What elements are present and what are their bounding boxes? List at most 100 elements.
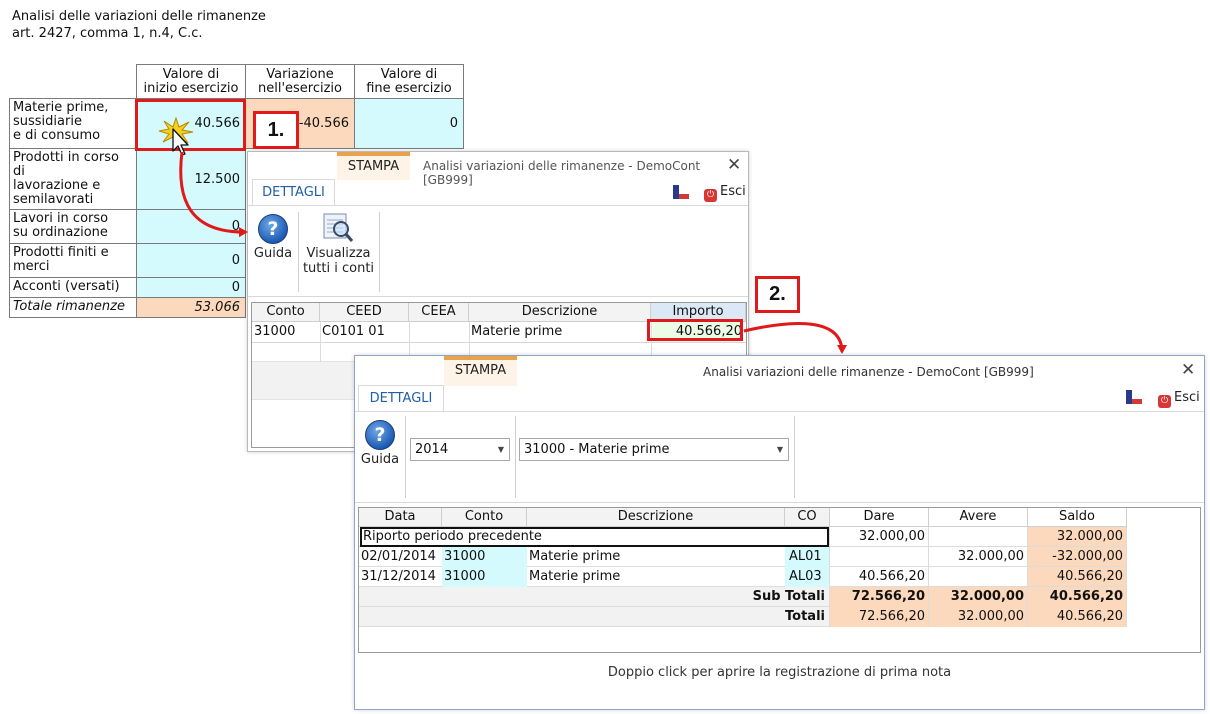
cell-ceea [411, 322, 467, 342]
row-label-text: Acconti (versati) [13, 279, 120, 294]
account-select[interactable]: 31000 - Materie prime ▼ [519, 438, 789, 461]
tab-dettagli-label: DETTAGLI [262, 185, 325, 200]
table-row[interactable]: 02/01/2014 31000 Materie prime AL01 32.0… [359, 547, 1127, 567]
cell-saldo: 40.566,20 [1028, 567, 1123, 587]
exit-button[interactable]: ⏻ Esci [1158, 390, 1200, 408]
ribbon-separator [298, 212, 299, 292]
cell-saldo-text: 40.566,20 [1056, 569, 1123, 584]
total-label-text: Totale rimanenze [13, 299, 125, 314]
col-data-label: Data [384, 509, 416, 524]
help-label-text: Guida [360, 452, 400, 467]
col-head-variation-label: Variazione nell'esercizio [257, 66, 342, 96]
opening-saldo-text: 32.000,00 [1056, 529, 1123, 544]
col-head-end-label: Valore di fine esercizio [366, 66, 452, 96]
row-label-text: Prodotti in corso di lavorazione e semil… [13, 150, 119, 207]
col-saldo: Saldo [1028, 508, 1127, 527]
total-label: Totale rimanenze [9, 297, 137, 318]
opening-balance-row[interactable]: Riporto periodo precedente 32.000,00 32.… [359, 527, 1127, 547]
flag-icon[interactable] [1126, 390, 1142, 404]
col-avere-label: Avere [959, 509, 997, 524]
row-label: Lavori in corso su ordinazione [9, 209, 137, 244]
account-select-value: 31000 - Materie prime [524, 442, 670, 457]
tab-stampa[interactable]: STAMPA [444, 356, 517, 386]
cell-co: AL03 [785, 567, 830, 587]
cell-co-text: AL03 [789, 569, 822, 584]
tab-dettagli[interactable]: DETTAGLI [252, 179, 335, 205]
highlight-importo [647, 319, 743, 341]
col-conto: Conto [252, 303, 320, 322]
help-icon[interactable]: ? [365, 420, 395, 450]
close-icon[interactable]: ✕ [727, 157, 741, 174]
chevron-down-icon: ▼ [776, 445, 783, 454]
help-button-label[interactable]: Guida [359, 452, 401, 467]
cell-conto-text: 31000 [254, 324, 296, 339]
subtotal-dare: 72.566,20 [830, 587, 929, 607]
step-1-label: 1. [267, 119, 285, 141]
row-label-text: Prodotti finiti e merci [13, 245, 109, 274]
start-value-cell[interactable]: 0 [136, 209, 246, 244]
total-label-text: Totali [785, 609, 825, 624]
ribbon-separator [515, 416, 516, 498]
total-value: 53.066 [194, 300, 241, 315]
col-line [829, 527, 830, 627]
total-dare-text: 72.566,20 [858, 609, 925, 624]
col-head-start-label: Valore di inizio esercizio [143, 66, 239, 96]
close-icon[interactable]: ✕ [1181, 362, 1195, 379]
cell-dare-text: 40.566,20 [858, 569, 925, 584]
col-descrizione: Descrizione [527, 508, 785, 527]
table-row[interactable]: 31/12/2014 31000 Materie prime AL03 40.5… [359, 567, 1127, 587]
cell-data-text: 31/12/2014 [361, 569, 436, 584]
start-value: 0 [231, 253, 240, 268]
help-button-label[interactable]: Guida [253, 246, 293, 261]
subtotal-avere: 32.000,00 [929, 587, 1028, 607]
window-title: Analisi variazioni delle rimanenze - Dem… [423, 159, 748, 187]
cell-conto-text: 31000 [444, 569, 486, 584]
total-avere-text: 32.000,00 [957, 609, 1024, 624]
cell-conto: 31000 [442, 547, 527, 567]
col-ceea: CEEA [409, 303, 469, 322]
magnifier-list-icon[interactable] [322, 212, 354, 244]
cell-avere [929, 567, 1024, 587]
report-title: Analisi delle variazioni delle rimanenze… [12, 8, 266, 42]
col-dare: Dare [830, 508, 929, 527]
col-head-end: Valore di fine esercizio [354, 64, 464, 99]
cell-descrizione-text: Materie prime [471, 324, 563, 339]
ribbon-separator [405, 416, 406, 498]
view-all-accounts-button[interactable]: Visualizza tutti i conti [301, 246, 376, 276]
table-corner [10, 65, 137, 99]
start-value-cell[interactable]: 0 [136, 243, 246, 278]
col-avere: Avere [929, 508, 1028, 527]
exit-button[interactable]: ⏻ Esci [704, 184, 746, 202]
cell-co-text: AL01 [789, 549, 822, 564]
chevron-down-icon: ▼ [497, 445, 504, 454]
ribbon-separator [379, 212, 380, 292]
tab-stampa-label: STAMPA [454, 363, 507, 378]
flag-icon[interactable] [673, 185, 689, 199]
cell-co: AL01 [785, 547, 830, 567]
end-value-cell: 0 [354, 98, 464, 149]
col-ceea-label: CEEA [421, 304, 456, 319]
start-value-cell[interactable]: 0 [136, 277, 246, 298]
col-line [1027, 527, 1028, 627]
start-value: 12.500 [194, 171, 241, 187]
tab-dettagli[interactable]: DETTAGLI [358, 385, 444, 411]
col-ceed: CEED [320, 303, 409, 322]
col-descrizione-label: Descrizione [521, 304, 598, 319]
cell-descrizione: Materie prime [529, 547, 784, 567]
subtotal-saldo: 40.566,20 [1028, 587, 1127, 607]
connector-arrow-2 [743, 322, 847, 354]
exit-label: Esci [1174, 390, 1200, 405]
tab-stampa[interactable]: STAMPA [337, 152, 410, 180]
col-importo-label: Importo [672, 304, 724, 319]
year-select[interactable]: 2014 ▼ [410, 438, 510, 461]
col-dare-label: Dare [863, 509, 895, 524]
subtotal-avere-text: 32.000,00 [950, 589, 1024, 604]
cell-ceed: C0101 01 [322, 322, 407, 342]
start-value: 0 [231, 219, 240, 234]
end-value: 0 [449, 116, 458, 131]
footer-hint-text: Doppio click per aprire la registrazione… [607, 665, 952, 680]
help-icon[interactable]: ? [258, 214, 288, 244]
cell-avere-text: 32.000,00 [957, 549, 1024, 564]
cell-avere: 32.000,00 [929, 547, 1024, 567]
opening-dare-text: 32.000,00 [858, 529, 925, 544]
